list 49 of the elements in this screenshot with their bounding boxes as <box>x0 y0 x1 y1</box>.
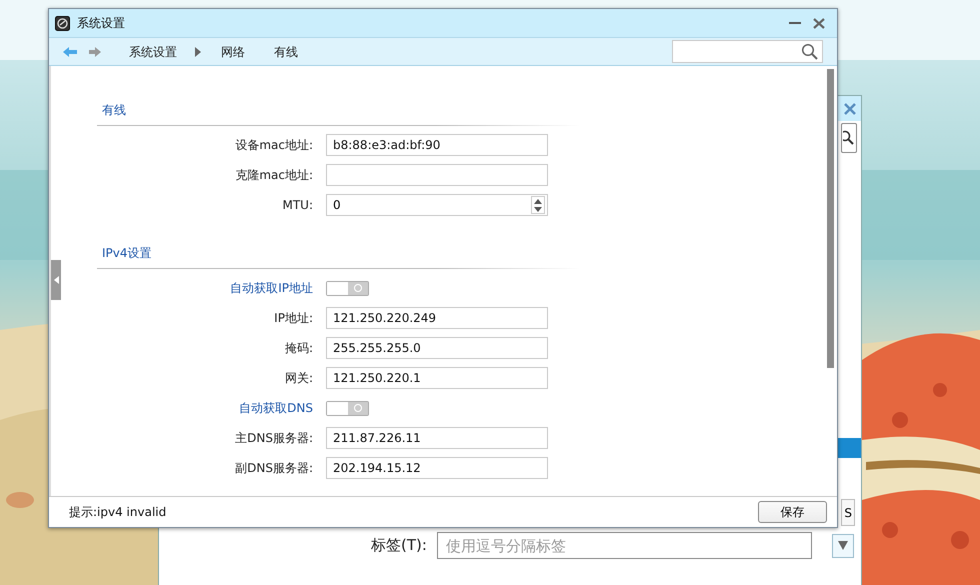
field-label: MTU: <box>281 197 313 214</box>
input-field[interactable] <box>326 164 548 186</box>
field-label: 设备mac地址: <box>234 137 313 154</box>
section-title: IPv4设置 <box>102 245 153 262</box>
field-label: 自动获取IP地址 <box>229 280 313 297</box>
field-label: 主DNS服务器: <box>234 430 313 447</box>
input-field[interactable]: 202.194.15.12 <box>326 457 548 479</box>
number-field[interactable]: 0 <box>326 194 548 216</box>
input-field[interactable]: b8:88:e3:ad:bf:90 <box>326 134 548 156</box>
section-title: 有线 <box>102 102 127 119</box>
search-icon[interactable] <box>801 43 818 60</box>
breadcrumb-link[interactable]: 系统设置 <box>129 42 177 60</box>
toggle-switch[interactable] <box>326 400 369 416</box>
breadcrumb-link[interactable]: 有线 <box>274 42 298 60</box>
close-icon[interactable] <box>813 18 825 28</box>
field-label: IP地址: <box>273 310 313 327</box>
search-field[interactable] <box>672 40 823 63</box>
minimize-icon[interactable] <box>789 21 801 25</box>
save-button[interactable]: 保存 <box>758 501 827 523</box>
list-row[interactable] <box>837 438 861 458</box>
collapse-handle[interactable] <box>51 260 61 300</box>
app-icon <box>55 16 70 30</box>
field-label: 网关: <box>284 370 313 387</box>
scrollbar[interactable] <box>827 69 834 368</box>
spin-up-icon[interactable] <box>534 198 542 204</box>
search-button[interactable] <box>841 123 857 153</box>
button[interactable]: S <box>841 499 855 526</box>
search-icon <box>843 130 855 146</box>
field-label: 克隆mac地址: <box>234 167 313 184</box>
breadcrumb-link[interactable]: 网络 <box>221 42 245 60</box>
field-label: 副DNS服务器: <box>234 460 313 477</box>
toggle-switch[interactable] <box>326 280 369 296</box>
caret-icon <box>838 541 848 550</box>
field-label: 自动获取DNS <box>238 400 313 417</box>
input-field[interactable]: 255.255.255.0 <box>326 337 548 359</box>
tag-label: 标签(T): <box>371 535 427 556</box>
window-title: 系统设置 <box>77 15 125 32</box>
back-arrow-icon[interactable] <box>63 46 77 56</box>
input-field[interactable]: 211.87.226.11 <box>326 427 548 449</box>
field-label: 掩码: <box>284 340 313 357</box>
input-field[interactable]: 121.250.220.249 <box>326 307 548 329</box>
input-field[interactable]: 121.250.220.1 <box>326 367 548 389</box>
dropdown-button[interactable] <box>832 534 854 558</box>
tag-input-field[interactable]: 使用逗号分隔标签 <box>436 532 812 559</box>
status-hint: 提示:ipv4 invalid <box>69 504 166 521</box>
forward-arrow-icon[interactable] <box>89 46 101 56</box>
spin-down-icon[interactable] <box>534 206 542 212</box>
chevron-icon <box>195 46 201 56</box>
close-icon[interactable] <box>843 102 857 114</box>
